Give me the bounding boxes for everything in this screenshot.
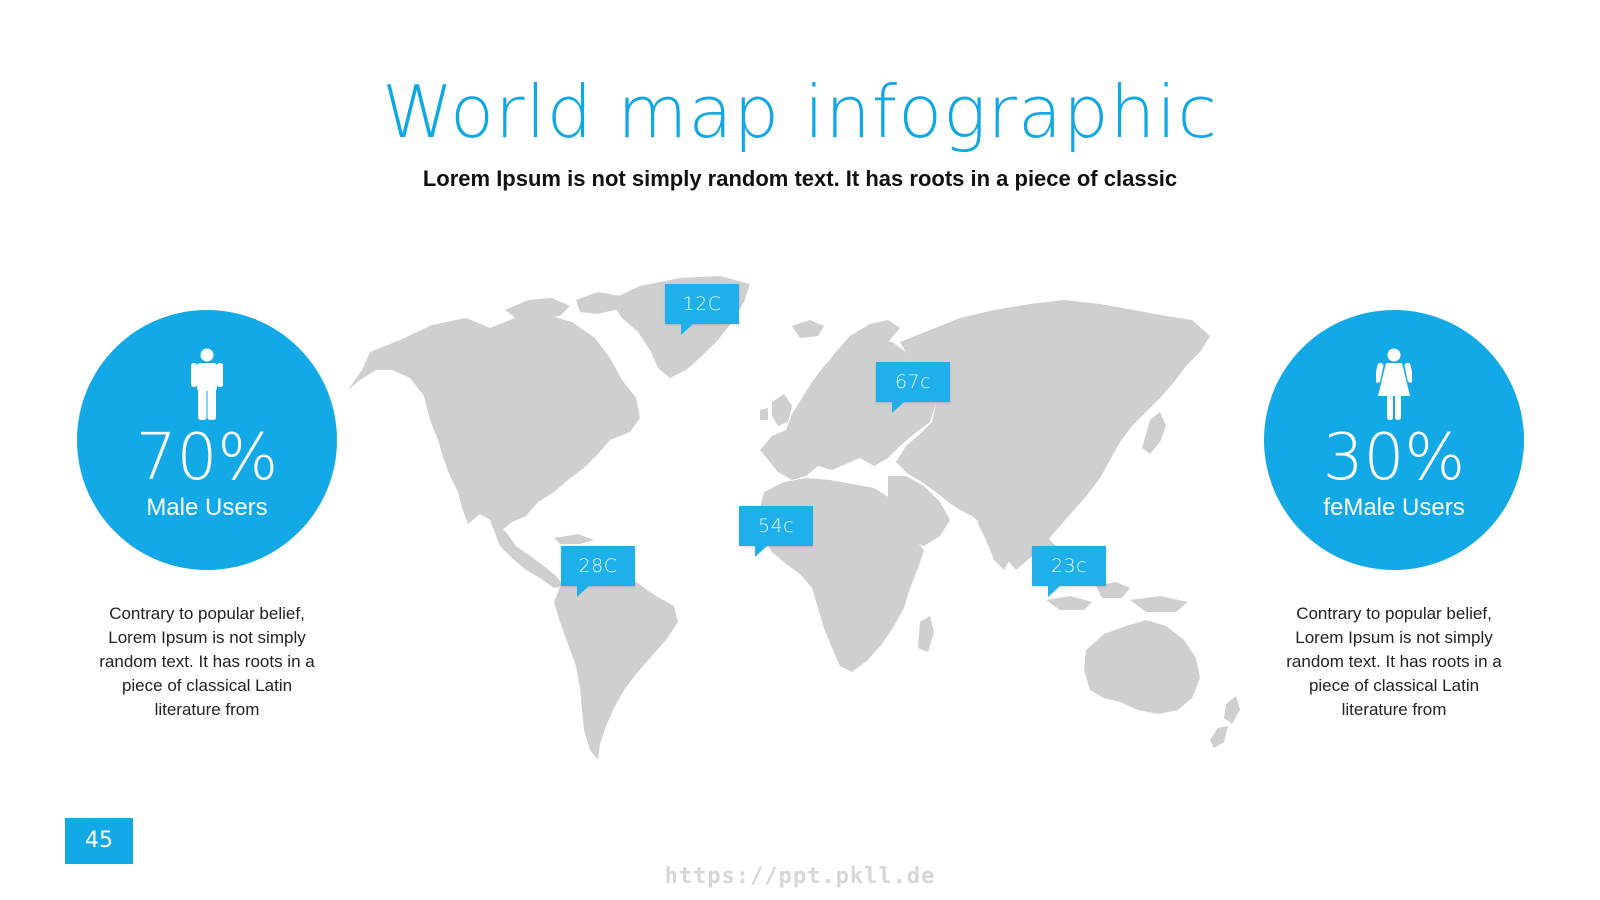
female-users-circle: 30% feMale Users — [1264, 310, 1524, 570]
slide-title: World map infographic — [382, 70, 1218, 154]
marker-tail — [892, 402, 904, 413]
male-description: Contrary to popular belief, Lorem Ipsum … — [99, 604, 315, 719]
new-zealand-landmass — [1210, 696, 1240, 748]
marker-label: 54c — [757, 515, 795, 537]
female-percent: 30% — [1322, 421, 1466, 495]
marker-south-america[interactable]: 28C — [561, 546, 635, 597]
male-person-icon — [191, 348, 223, 420]
marker-label: 67c — [894, 371, 932, 393]
south-america-landmass — [554, 570, 678, 760]
watermark: https://ppt.pkll.de — [664, 864, 936, 889]
central-america-landmass — [490, 520, 564, 588]
marker-tail — [755, 546, 767, 557]
female-description: Contrary to popular belief, Lorem Ipsum … — [1286, 604, 1502, 719]
marker-tail — [577, 586, 589, 597]
marker-russia[interactable]: 67c — [876, 362, 950, 413]
marker-tail — [681, 324, 693, 335]
marker-label: 12C — [682, 293, 722, 315]
page-number: 45 — [65, 818, 133, 864]
male-percent: 70% — [135, 421, 279, 495]
north-america-landmass — [348, 314, 640, 532]
male-caption: Male Users — [146, 494, 268, 521]
marker-label: 28C — [578, 555, 618, 577]
marker-africa[interactable]: 54c — [739, 506, 813, 557]
female-caption: feMale Users — [1323, 494, 1465, 521]
japan-landmass — [1142, 412, 1166, 454]
slide: World map infographic Lorem Ipsum is not… — [0, 0, 1600, 900]
male-users-circle: 70% Male Users — [77, 310, 337, 570]
female-person-icon — [1376, 348, 1412, 420]
marker-tail — [1048, 586, 1060, 597]
madagascar-landmass — [918, 616, 934, 652]
marker-label: 23c — [1050, 555, 1088, 577]
slide-subtitle: Lorem Ipsum is not simply random text. I… — [422, 166, 1178, 191]
marker-greenland[interactable]: 12C — [665, 284, 739, 335]
iceland-landmass — [792, 320, 824, 338]
marker-southeast-asia[interactable]: 23c — [1032, 546, 1106, 597]
british-isles — [760, 394, 792, 426]
australia-landmass — [1084, 620, 1200, 714]
